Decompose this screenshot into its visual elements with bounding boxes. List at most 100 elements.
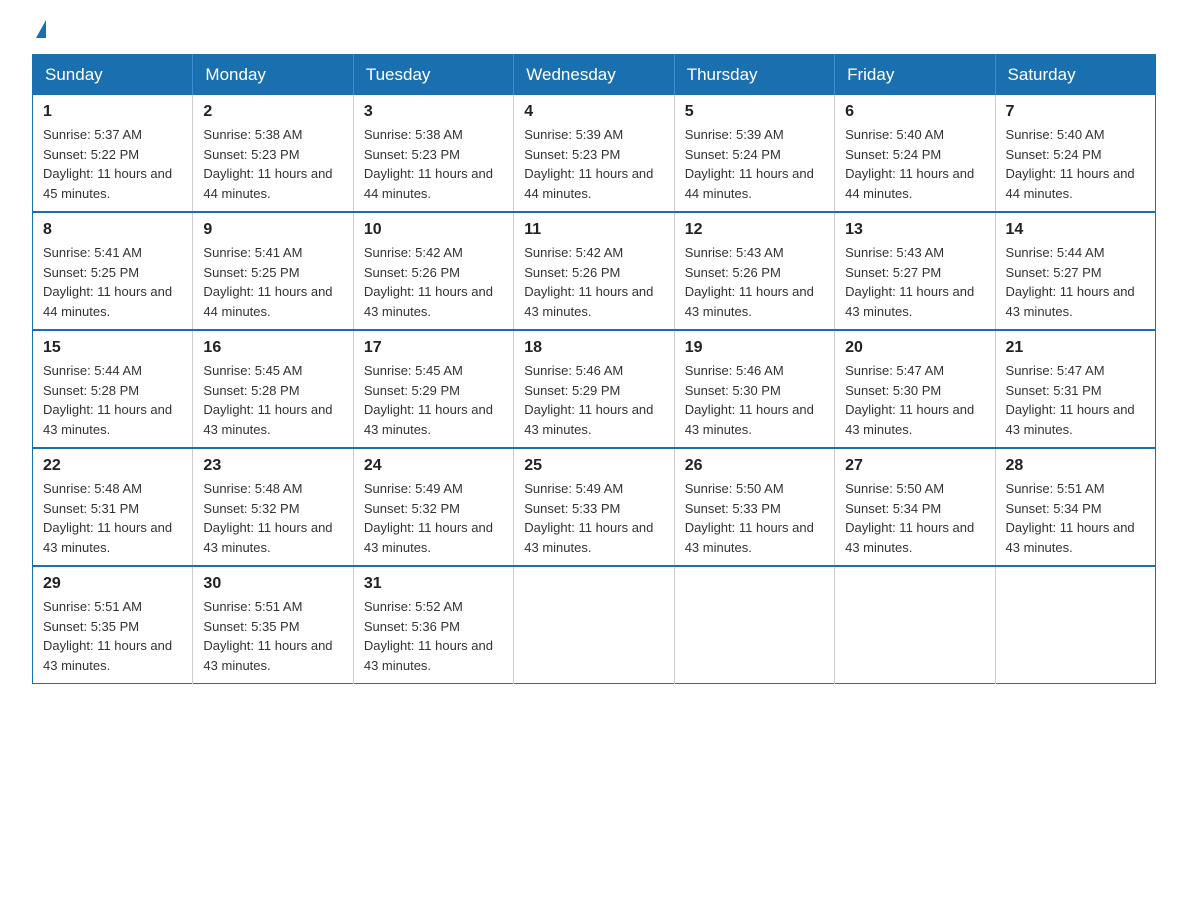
day-number: 9 xyxy=(203,221,342,239)
day-info: Sunrise: 5:38 AMSunset: 5:23 PMDaylight:… xyxy=(203,125,342,203)
day-info: Sunrise: 5:51 AMSunset: 5:35 PMDaylight:… xyxy=(203,597,342,675)
day-info: Sunrise: 5:50 AMSunset: 5:33 PMDaylight:… xyxy=(685,479,824,557)
empty-cell xyxy=(674,566,834,684)
day-number: 21 xyxy=(1006,339,1145,357)
day-number: 4 xyxy=(524,103,663,121)
day-info: Sunrise: 5:51 AMSunset: 5:34 PMDaylight:… xyxy=(1006,479,1145,557)
day-info: Sunrise: 5:42 AMSunset: 5:26 PMDaylight:… xyxy=(524,243,663,321)
weekday-header-wednesday: Wednesday xyxy=(514,55,674,96)
day-number: 13 xyxy=(845,221,984,239)
day-cell-24: 24 Sunrise: 5:49 AMSunset: 5:32 PMDayligh… xyxy=(353,448,513,566)
day-number: 14 xyxy=(1006,221,1145,239)
day-info: Sunrise: 5:44 AMSunset: 5:27 PMDaylight:… xyxy=(1006,243,1145,321)
day-cell-13: 13Sunrise: 5:43 AMSunset: 5:27 PMDayligh… xyxy=(835,212,995,330)
day-cell-26: 26Sunrise: 5:50 AMSunset: 5:33 PMDayligh… xyxy=(674,448,834,566)
weekday-header-thursday: Thursday xyxy=(674,55,834,96)
day-cell-17: 17 Sunrise: 5:45 AMSunset: 5:29 PMDayligh… xyxy=(353,330,513,448)
empty-cell xyxy=(514,566,674,684)
day-info: Sunrise: 5:39 AMSunset: 5:23 PMDaylight:… xyxy=(524,125,663,203)
day-info: Sunrise: 5:51 AMSunset: 5:35 PMDaylight:… xyxy=(43,597,182,675)
day-info: Sunrise: 5:46 AMSunset: 5:30 PMDaylight:… xyxy=(685,361,824,439)
day-cell-16: 16 Sunrise: 5:45 AMSunset: 5:28 PMDayligh… xyxy=(193,330,353,448)
day-cell-4: 4 Sunrise: 5:39 AMSunset: 5:23 PMDaylight… xyxy=(514,95,674,212)
day-cell-18: 18 Sunrise: 5:46 AMSunset: 5:29 PMDayligh… xyxy=(514,330,674,448)
day-cell-22: 22 Sunrise: 5:48 AMSunset: 5:31 PMDayligh… xyxy=(33,448,193,566)
day-info: Sunrise: 5:45 AMSunset: 5:28 PMDaylight:… xyxy=(203,361,342,439)
day-number: 31 xyxy=(364,575,503,593)
day-cell-10: 10 Sunrise: 5:42 AMSunset: 5:26 PMDayligh… xyxy=(353,212,513,330)
day-info: Sunrise: 5:41 AMSunset: 5:25 PMDaylight:… xyxy=(43,243,182,321)
day-number: 6 xyxy=(845,103,984,121)
day-info: Sunrise: 5:41 AMSunset: 5:25 PMDaylight:… xyxy=(203,243,342,321)
day-cell-5: 5Sunrise: 5:39 AMSunset: 5:24 PMDaylight… xyxy=(674,95,834,212)
day-info: Sunrise: 5:40 AMSunset: 5:24 PMDaylight:… xyxy=(845,125,984,203)
day-number: 5 xyxy=(685,103,824,121)
day-cell-3: 3Sunrise: 5:38 AMSunset: 5:23 PMDaylight… xyxy=(353,95,513,212)
day-cell-9: 9 Sunrise: 5:41 AMSunset: 5:25 PMDaylight… xyxy=(193,212,353,330)
day-info: Sunrise: 5:42 AMSunset: 5:26 PMDaylight:… xyxy=(364,243,503,321)
day-cell-29: 29 Sunrise: 5:51 AMSunset: 5:35 PMDayligh… xyxy=(33,566,193,684)
day-cell-19: 19 Sunrise: 5:46 AMSunset: 5:30 PMDayligh… xyxy=(674,330,834,448)
day-number: 23 xyxy=(203,457,342,475)
day-cell-8: 8Sunrise: 5:41 AMSunset: 5:25 PMDaylight… xyxy=(33,212,193,330)
day-number: 12 xyxy=(685,221,824,239)
day-cell-12: 12Sunrise: 5:43 AMSunset: 5:26 PMDayligh… xyxy=(674,212,834,330)
day-number: 15 xyxy=(43,339,182,357)
day-number: 25 xyxy=(524,457,663,475)
day-cell-1: 1Sunrise: 5:37 AMSunset: 5:22 PMDaylight… xyxy=(33,95,193,212)
weekday-header-saturday: Saturday xyxy=(995,55,1155,96)
weekday-header-sunday: Sunday xyxy=(33,55,193,96)
day-number: 28 xyxy=(1006,457,1145,475)
day-cell-7: 7 Sunrise: 5:40 AMSunset: 5:24 PMDaylight… xyxy=(995,95,1155,212)
day-number: 22 xyxy=(43,457,182,475)
day-number: 19 xyxy=(685,339,824,357)
weekday-header-tuesday: Tuesday xyxy=(353,55,513,96)
day-cell-31: 31 Sunrise: 5:52 AMSunset: 5:36 PMDayligh… xyxy=(353,566,513,684)
weekday-header-monday: Monday xyxy=(193,55,353,96)
weekday-header-row: SundayMondayTuesdayWednesdayThursdayFrid… xyxy=(33,55,1156,96)
day-info: Sunrise: 5:47 AMSunset: 5:30 PMDaylight:… xyxy=(845,361,984,439)
day-info: Sunrise: 5:49 AMSunset: 5:32 PMDaylight:… xyxy=(364,479,503,557)
day-cell-20: 20 Sunrise: 5:47 AMSunset: 5:30 PMDayligh… xyxy=(835,330,995,448)
day-cell-28: 28 Sunrise: 5:51 AMSunset: 5:34 PMDayligh… xyxy=(995,448,1155,566)
day-info: Sunrise: 5:48 AMSunset: 5:32 PMDaylight:… xyxy=(203,479,342,557)
week-row-4: 29 Sunrise: 5:51 AMSunset: 5:35 PMDayligh… xyxy=(33,566,1156,684)
week-row-3: 22 Sunrise: 5:48 AMSunset: 5:31 PMDayligh… xyxy=(33,448,1156,566)
day-number: 18 xyxy=(524,339,663,357)
day-number: 3 xyxy=(364,103,503,121)
day-info: Sunrise: 5:46 AMSunset: 5:29 PMDaylight:… xyxy=(524,361,663,439)
day-number: 7 xyxy=(1006,103,1145,121)
day-number: 24 xyxy=(364,457,503,475)
day-number: 17 xyxy=(364,339,503,357)
day-number: 16 xyxy=(203,339,342,357)
day-number: 2 xyxy=(203,103,342,121)
day-number: 10 xyxy=(364,221,503,239)
logo-triangle-icon xyxy=(36,20,46,38)
logo xyxy=(32,24,46,38)
day-cell-6: 6 Sunrise: 5:40 AMSunset: 5:24 PMDaylight… xyxy=(835,95,995,212)
page-header xyxy=(32,24,1156,38)
empty-cell xyxy=(835,566,995,684)
day-number: 1 xyxy=(43,103,182,121)
day-info: Sunrise: 5:52 AMSunset: 5:36 PMDaylight:… xyxy=(364,597,503,675)
day-info: Sunrise: 5:45 AMSunset: 5:29 PMDaylight:… xyxy=(364,361,503,439)
day-cell-21: 21 Sunrise: 5:47 AMSunset: 5:31 PMDayligh… xyxy=(995,330,1155,448)
calendar-table: SundayMondayTuesdayWednesdayThursdayFrid… xyxy=(32,54,1156,684)
day-number: 20 xyxy=(845,339,984,357)
week-row-0: 1Sunrise: 5:37 AMSunset: 5:22 PMDaylight… xyxy=(33,95,1156,212)
week-row-1: 8Sunrise: 5:41 AMSunset: 5:25 PMDaylight… xyxy=(33,212,1156,330)
day-info: Sunrise: 5:47 AMSunset: 5:31 PMDaylight:… xyxy=(1006,361,1145,439)
day-number: 27 xyxy=(845,457,984,475)
day-cell-25: 25 Sunrise: 5:49 AMSunset: 5:33 PMDayligh… xyxy=(514,448,674,566)
day-number: 29 xyxy=(43,575,182,593)
day-info: Sunrise: 5:48 AMSunset: 5:31 PMDaylight:… xyxy=(43,479,182,557)
day-info: Sunrise: 5:44 AMSunset: 5:28 PMDaylight:… xyxy=(43,361,182,439)
day-cell-27: 27Sunrise: 5:50 AMSunset: 5:34 PMDayligh… xyxy=(835,448,995,566)
day-cell-23: 23 Sunrise: 5:48 AMSunset: 5:32 PMDayligh… xyxy=(193,448,353,566)
day-info: Sunrise: 5:49 AMSunset: 5:33 PMDaylight:… xyxy=(524,479,663,557)
day-cell-15: 15 Sunrise: 5:44 AMSunset: 5:28 PMDayligh… xyxy=(33,330,193,448)
day-number: 11 xyxy=(524,221,663,239)
day-number: 30 xyxy=(203,575,342,593)
day-info: Sunrise: 5:40 AMSunset: 5:24 PMDaylight:… xyxy=(1006,125,1145,203)
day-cell-14: 14 Sunrise: 5:44 AMSunset: 5:27 PMDayligh… xyxy=(995,212,1155,330)
